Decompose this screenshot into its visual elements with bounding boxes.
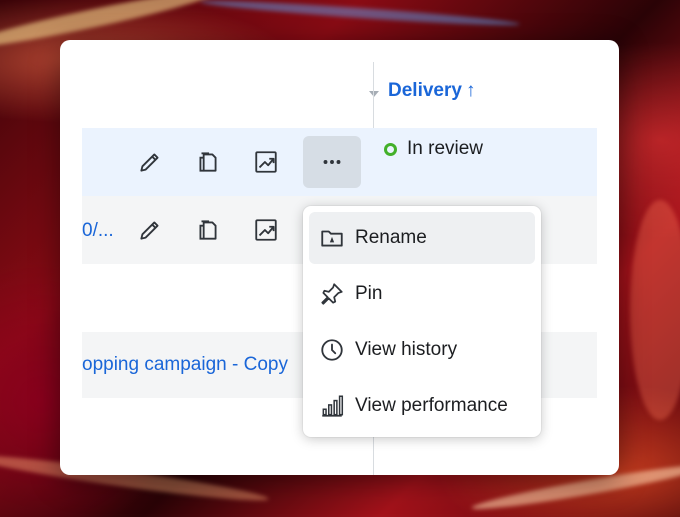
delivery-status: In review	[384, 138, 483, 160]
pencil-icon	[140, 221, 159, 240]
campaign-name-link[interactable]: opping campaign - Copy	[82, 354, 288, 376]
view-charts-button[interactable]	[237, 204, 295, 256]
campaign-name-link[interactable]: 0/...	[82, 220, 114, 242]
menu-item-view-performance[interactable]: View performance	[309, 380, 535, 432]
menu-item-label: View history	[355, 339, 458, 360]
duplicate-icon	[199, 152, 217, 172]
menu-item-view-history[interactable]: View history	[309, 324, 535, 376]
duplicate-button[interactable]	[179, 136, 237, 188]
delivery-header-label: Delivery	[388, 80, 462, 101]
chart-trend-icon	[255, 219, 277, 241]
menu-item-label: Pin	[355, 283, 383, 304]
menu-item-pin[interactable]: Pin	[309, 268, 535, 320]
pencil-icon	[140, 153, 159, 172]
sort-ascending-icon: ↑	[465, 80, 476, 101]
more-options-button[interactable]	[303, 136, 361, 188]
table-header-row	[82, 62, 597, 129]
edit-button[interactable]	[121, 136, 179, 188]
duplicate-button[interactable]	[179, 204, 237, 256]
chart-trend-icon	[255, 151, 277, 173]
row-options-menu: Rename Pin View history View performance	[303, 206, 541, 437]
status-label: In review	[407, 138, 484, 159]
background-streak	[200, 0, 520, 30]
view-charts-button[interactable]	[237, 136, 295, 188]
table-row[interactable]	[82, 128, 597, 196]
menu-item-label: Rename	[355, 227, 427, 248]
bar-chart-icon	[322, 395, 344, 417]
delivery-column-header[interactable]: Delivery ↑	[388, 80, 475, 102]
sort-dropdown-icon[interactable]	[369, 91, 379, 97]
status-indicator-icon	[384, 142, 397, 156]
more-icon	[323, 160, 341, 164]
menu-item-rename[interactable]: Rename	[309, 212, 535, 264]
pin-icon	[321, 283, 343, 305]
background-streak	[630, 200, 680, 420]
menu-item-label: View performance	[355, 395, 508, 416]
duplicate-icon	[199, 220, 217, 240]
edit-button[interactable]	[121, 204, 179, 256]
folder-rename-icon	[321, 230, 343, 247]
clock-icon	[321, 339, 343, 361]
